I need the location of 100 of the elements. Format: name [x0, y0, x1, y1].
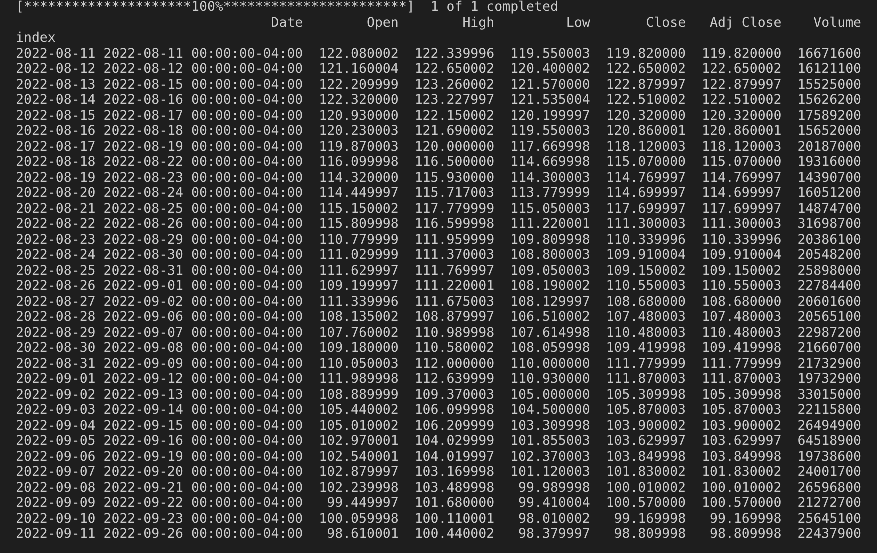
index-cell: 2022-09-06: [16, 450, 96, 465]
table-cell: 22987200: [798, 326, 862, 341]
table-cell: 19316000: [798, 155, 862, 170]
table-cell: 15525000: [798, 78, 862, 93]
table-cell: 101.830002: [702, 465, 782, 480]
table-cell: 25645100: [798, 512, 862, 527]
progress-text: [*********************100%***********************] 1 of 1 completed: [16, 0, 558, 16]
table-cell: 99.169998: [614, 512, 686, 527]
column-header: Low: [565, 16, 590, 31]
table-cell: 120.860001: [702, 124, 782, 140]
table-cell: 2022-09-21 00:00:00-04:00: [104, 480, 304, 496]
table-cell: 114.669998: [510, 155, 590, 170]
table-cell: 2022-09-07 00:00:00-04:00: [104, 326, 304, 341]
table-cell: 114.769997: [606, 170, 686, 186]
index-cell: 2022-09-10: [16, 512, 96, 527]
table-cell: 14874700: [798, 202, 862, 217]
table-cell: 105.309998: [606, 388, 686, 403]
index-cell: 2022-08-31: [16, 356, 96, 372]
table-cell: 108.059998: [510, 341, 590, 356]
table-cell: 109.910004: [606, 248, 686, 264]
table-cell: 114.300003: [510, 170, 590, 186]
table-cell: 122.320000: [319, 93, 399, 108]
table-cell: 2022-08-12 00:00:00-04:00: [104, 62, 304, 78]
table-cell: 110.580002: [414, 341, 495, 356]
table-cell: 111.339996: [319, 294, 399, 310]
table-cell: 101.830002: [606, 465, 686, 480]
table-cell: 98.379997: [518, 527, 590, 542]
table-cell: 2022-09-26 00:00:00-04:00: [104, 527, 304, 542]
table-cell: 122.650002: [702, 62, 782, 78]
table-cell: 64518900: [798, 434, 862, 450]
table-cell: 105.010002: [319, 418, 399, 434]
table-cell: 2022-09-13 00:00:00-04:00: [104, 388, 304, 403]
table-cell: 115.930000: [414, 170, 495, 186]
table-cell: 98.610001: [327, 527, 399, 542]
table-cell: 110.000000: [510, 356, 590, 372]
table-cell: 119.550003: [510, 124, 590, 140]
table-cell: 2022-09-23 00:00:00-04:00: [104, 512, 304, 527]
table-cell: 116.599998: [414, 217, 495, 232]
table-cell: 120.230003: [319, 124, 399, 140]
table-cell: 108.800003: [510, 248, 590, 264]
table-cell: 2022-09-02 00:00:00-04:00: [104, 294, 304, 310]
table-cell: 105.870003: [606, 403, 686, 418]
table-cell: 24001700: [798, 465, 862, 480]
table-cell: 21660700: [798, 341, 862, 356]
table-cell: 2022-08-19 00:00:00-04:00: [104, 140, 304, 155]
table-cell: 99.410004: [518, 496, 590, 512]
table-cell: 109.199997: [319, 279, 399, 294]
table-cell: 113.779999: [510, 186, 590, 202]
index-cell: 2022-08-28: [16, 310, 96, 326]
index-cell: 2022-08-17: [16, 140, 96, 155]
index-cell: 2022-08-19: [16, 170, 96, 186]
table-cell: 111.370003: [414, 248, 495, 264]
index-cell: 2022-08-15: [16, 108, 96, 124]
table-cell: 116.500000: [414, 155, 495, 170]
table-cell: 111.029999: [319, 248, 399, 264]
table-cell: 119.820000: [606, 46, 686, 62]
index-cell: 2022-09-11: [16, 527, 96, 542]
table-cell: 114.699997: [606, 186, 686, 202]
table-cell: 122.080002: [319, 46, 399, 62]
index-cell: 2022-08-25: [16, 264, 96, 279]
table-cell: 99.169998: [710, 512, 782, 527]
table-cell: 105.309998: [702, 388, 782, 403]
table-cell: 119.870003: [319, 140, 399, 155]
index-cell: 2022-09-04: [16, 418, 96, 434]
table-cell: 110.339996: [606, 232, 686, 248]
table-cell: 100.110001: [414, 512, 495, 527]
table-cell: 99.989998: [518, 480, 590, 496]
table-cell: 108.129997: [510, 294, 590, 310]
table-cell: 102.239998: [319, 480, 399, 496]
table-cell: 111.870003: [702, 372, 782, 388]
index-cell: 2022-09-05: [16, 434, 96, 450]
table-cell: 2022-09-22 00:00:00-04:00: [104, 496, 304, 512]
table-cell: 117.779999: [414, 202, 495, 217]
table-cell: 21732900: [798, 356, 862, 372]
table-cell: 114.769997: [702, 170, 782, 186]
table-cell: 122.510002: [606, 93, 686, 108]
table-cell: 103.629997: [702, 434, 782, 450]
table-cell: 15626200: [798, 93, 862, 108]
index-cell: 2022-09-08: [16, 480, 96, 496]
index-cell: 2022-09-02: [16, 388, 96, 403]
table-cell: 16671600: [798, 46, 862, 62]
table-cell: 2022-08-15 00:00:00-04:00: [104, 78, 304, 93]
index-cell: 2022-08-22: [16, 217, 96, 232]
table-cell: 108.135002: [319, 310, 399, 326]
table-cell: 25898000: [798, 264, 862, 279]
table-cell: 122.650002: [414, 62, 495, 78]
index-cell: 2022-08-18: [16, 155, 96, 170]
table-cell: 109.150002: [606, 264, 686, 279]
table-cell: 115.150002: [319, 202, 399, 217]
table-cell: 102.879997: [319, 465, 399, 480]
table-cell: 19738600: [798, 450, 862, 465]
table-cell: 100.570000: [606, 496, 686, 512]
table-cell: 31698700: [798, 217, 862, 232]
table-cell: 109.050003: [510, 264, 590, 279]
column-header: Close: [645, 16, 686, 31]
table-cell: 111.779999: [606, 356, 686, 372]
table-cell: 109.370003: [414, 388, 495, 403]
table-cell: 120.000000: [414, 140, 495, 155]
table-cell: 2022-08-18 00:00:00-04:00: [104, 124, 304, 140]
index-cell: 2022-08-14: [16, 93, 96, 108]
